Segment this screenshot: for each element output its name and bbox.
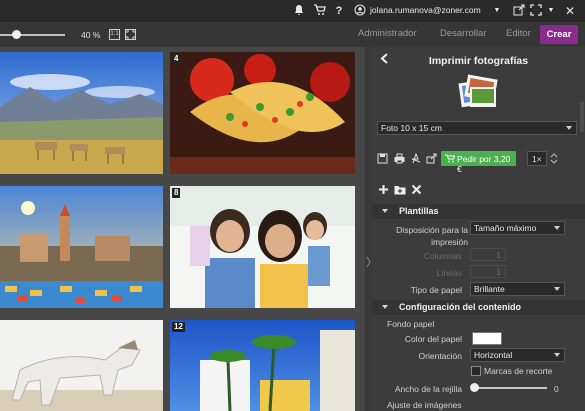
crop-marks-checkbox[interactable] xyxy=(471,366,481,376)
export-icon[interactable] xyxy=(512,4,526,18)
add-icon[interactable] xyxy=(378,184,389,195)
chevron-down-icon xyxy=(382,209,388,213)
help-icon[interactable]: ? xyxy=(332,4,346,18)
photo-number: 8 xyxy=(172,188,181,198)
photo-savanna[interactable] xyxy=(0,52,163,174)
grid-width-label: Ancho de la rejilla xyxy=(394,384,462,394)
section-templates[interactable]: Plantillas xyxy=(372,204,585,219)
rows-label: Líneas xyxy=(436,268,462,278)
panel-title: Imprimir fotografías xyxy=(428,55,529,67)
photo-number: 4 xyxy=(172,54,181,64)
copies-field[interactable]: 1× xyxy=(527,151,547,166)
chevron-down-icon xyxy=(382,305,388,309)
add-folder-icon[interactable] xyxy=(394,184,406,195)
print-icon[interactable] xyxy=(394,153,405,164)
order-button-label: Pedir por 3,20 € xyxy=(457,154,511,174)
paper-type-select[interactable]: Brillante xyxy=(470,282,565,296)
zoom-slider-knob[interactable] xyxy=(12,30,21,39)
share-icon[interactable] xyxy=(426,153,437,164)
paper-color-label: Color del papel xyxy=(404,334,462,344)
zoom-value: 40 % xyxy=(81,30,101,40)
photo-number: 12 xyxy=(172,322,185,332)
pdf-export-icon[interactable] xyxy=(410,152,421,164)
photo-grid: 4 8 12 xyxy=(0,47,365,411)
photo-family[interactable]: 8 xyxy=(170,186,355,308)
bell-icon[interactable] xyxy=(292,4,306,18)
photo-tacos[interactable]: 4 xyxy=(170,52,355,174)
photo-horse[interactable] xyxy=(0,320,163,411)
print-photos-icon xyxy=(454,73,502,109)
toolbar: 40 % 1:1 Administrador Desarrollar Edito… xyxy=(0,22,585,48)
paper-color-swatch[interactable] xyxy=(472,332,502,345)
panel-edge-tab[interactable] xyxy=(580,102,584,132)
account-email[interactable]: jolana.rumanova@zoner.com xyxy=(370,5,481,15)
top-bar: ? jolana.rumanova@zoner.com ▼ ▼ ✕ xyxy=(0,0,585,22)
actual-size-icon[interactable]: 1:1 xyxy=(109,29,120,40)
mode-develop[interactable]: Desarrollar xyxy=(440,28,486,39)
chevron-down-icon[interactable]: ▼ xyxy=(490,4,504,18)
chevron-down-icon[interactable]: ▼ xyxy=(544,4,558,18)
grid-scrollbar[interactable] xyxy=(365,47,372,411)
image-fit-label: Ajuste de imágenes xyxy=(387,400,462,410)
photo-palms[interactable]: 12 xyxy=(170,320,355,411)
cart-icon xyxy=(445,154,455,163)
cart-icon[interactable] xyxy=(312,4,326,18)
layout-select[interactable]: Tamaño máximo xyxy=(470,221,565,235)
crop-marks-label[interactable]: Marcas de recorte xyxy=(484,366,553,376)
save-icon[interactable] xyxy=(377,153,388,164)
layout-label: Disposición para la impresión xyxy=(396,225,468,247)
columns-field: 1 xyxy=(470,248,506,261)
paper-type-label: Tipo de papel xyxy=(410,285,462,295)
columns-label: Columnas xyxy=(423,251,462,261)
grid-width-value: 0 xyxy=(554,384,559,394)
copies-stepper[interactable] xyxy=(550,151,558,166)
fullscreen-icon[interactable] xyxy=(529,4,543,18)
mode-manager[interactable]: Administrador xyxy=(358,28,417,39)
photo-park-guell[interactable] xyxy=(0,186,163,308)
orientation-select[interactable]: Horizontal xyxy=(470,348,565,362)
fit-screen-icon[interactable] xyxy=(125,29,136,40)
remove-icon[interactable] xyxy=(411,184,422,195)
grid-width-knob[interactable] xyxy=(470,383,479,392)
collapse-panel-icon[interactable] xyxy=(365,255,372,269)
grid-width-slider[interactable] xyxy=(472,387,547,389)
order-button[interactable]: Pedir por 3,20 € xyxy=(441,151,516,174)
user-icon[interactable] xyxy=(353,4,367,18)
mode-editor[interactable]: Editor xyxy=(506,28,531,39)
create-button[interactable]: Crear xyxy=(540,25,578,44)
paper-bg-label: Fondo papel xyxy=(387,319,435,329)
zoom-slider-track[interactable] xyxy=(0,34,65,36)
print-panel: Imprimir fotografías Foto 10 x 15 cm Ped… xyxy=(372,47,585,411)
close-icon[interactable]: ✕ xyxy=(563,4,577,18)
print-size-select[interactable]: Foto 10 x 15 cm xyxy=(377,121,577,135)
rows-field: 1 xyxy=(470,265,506,278)
section-content-settings[interactable]: Configuración del contenido xyxy=(372,300,585,315)
orientation-label: Orientación xyxy=(418,351,462,361)
